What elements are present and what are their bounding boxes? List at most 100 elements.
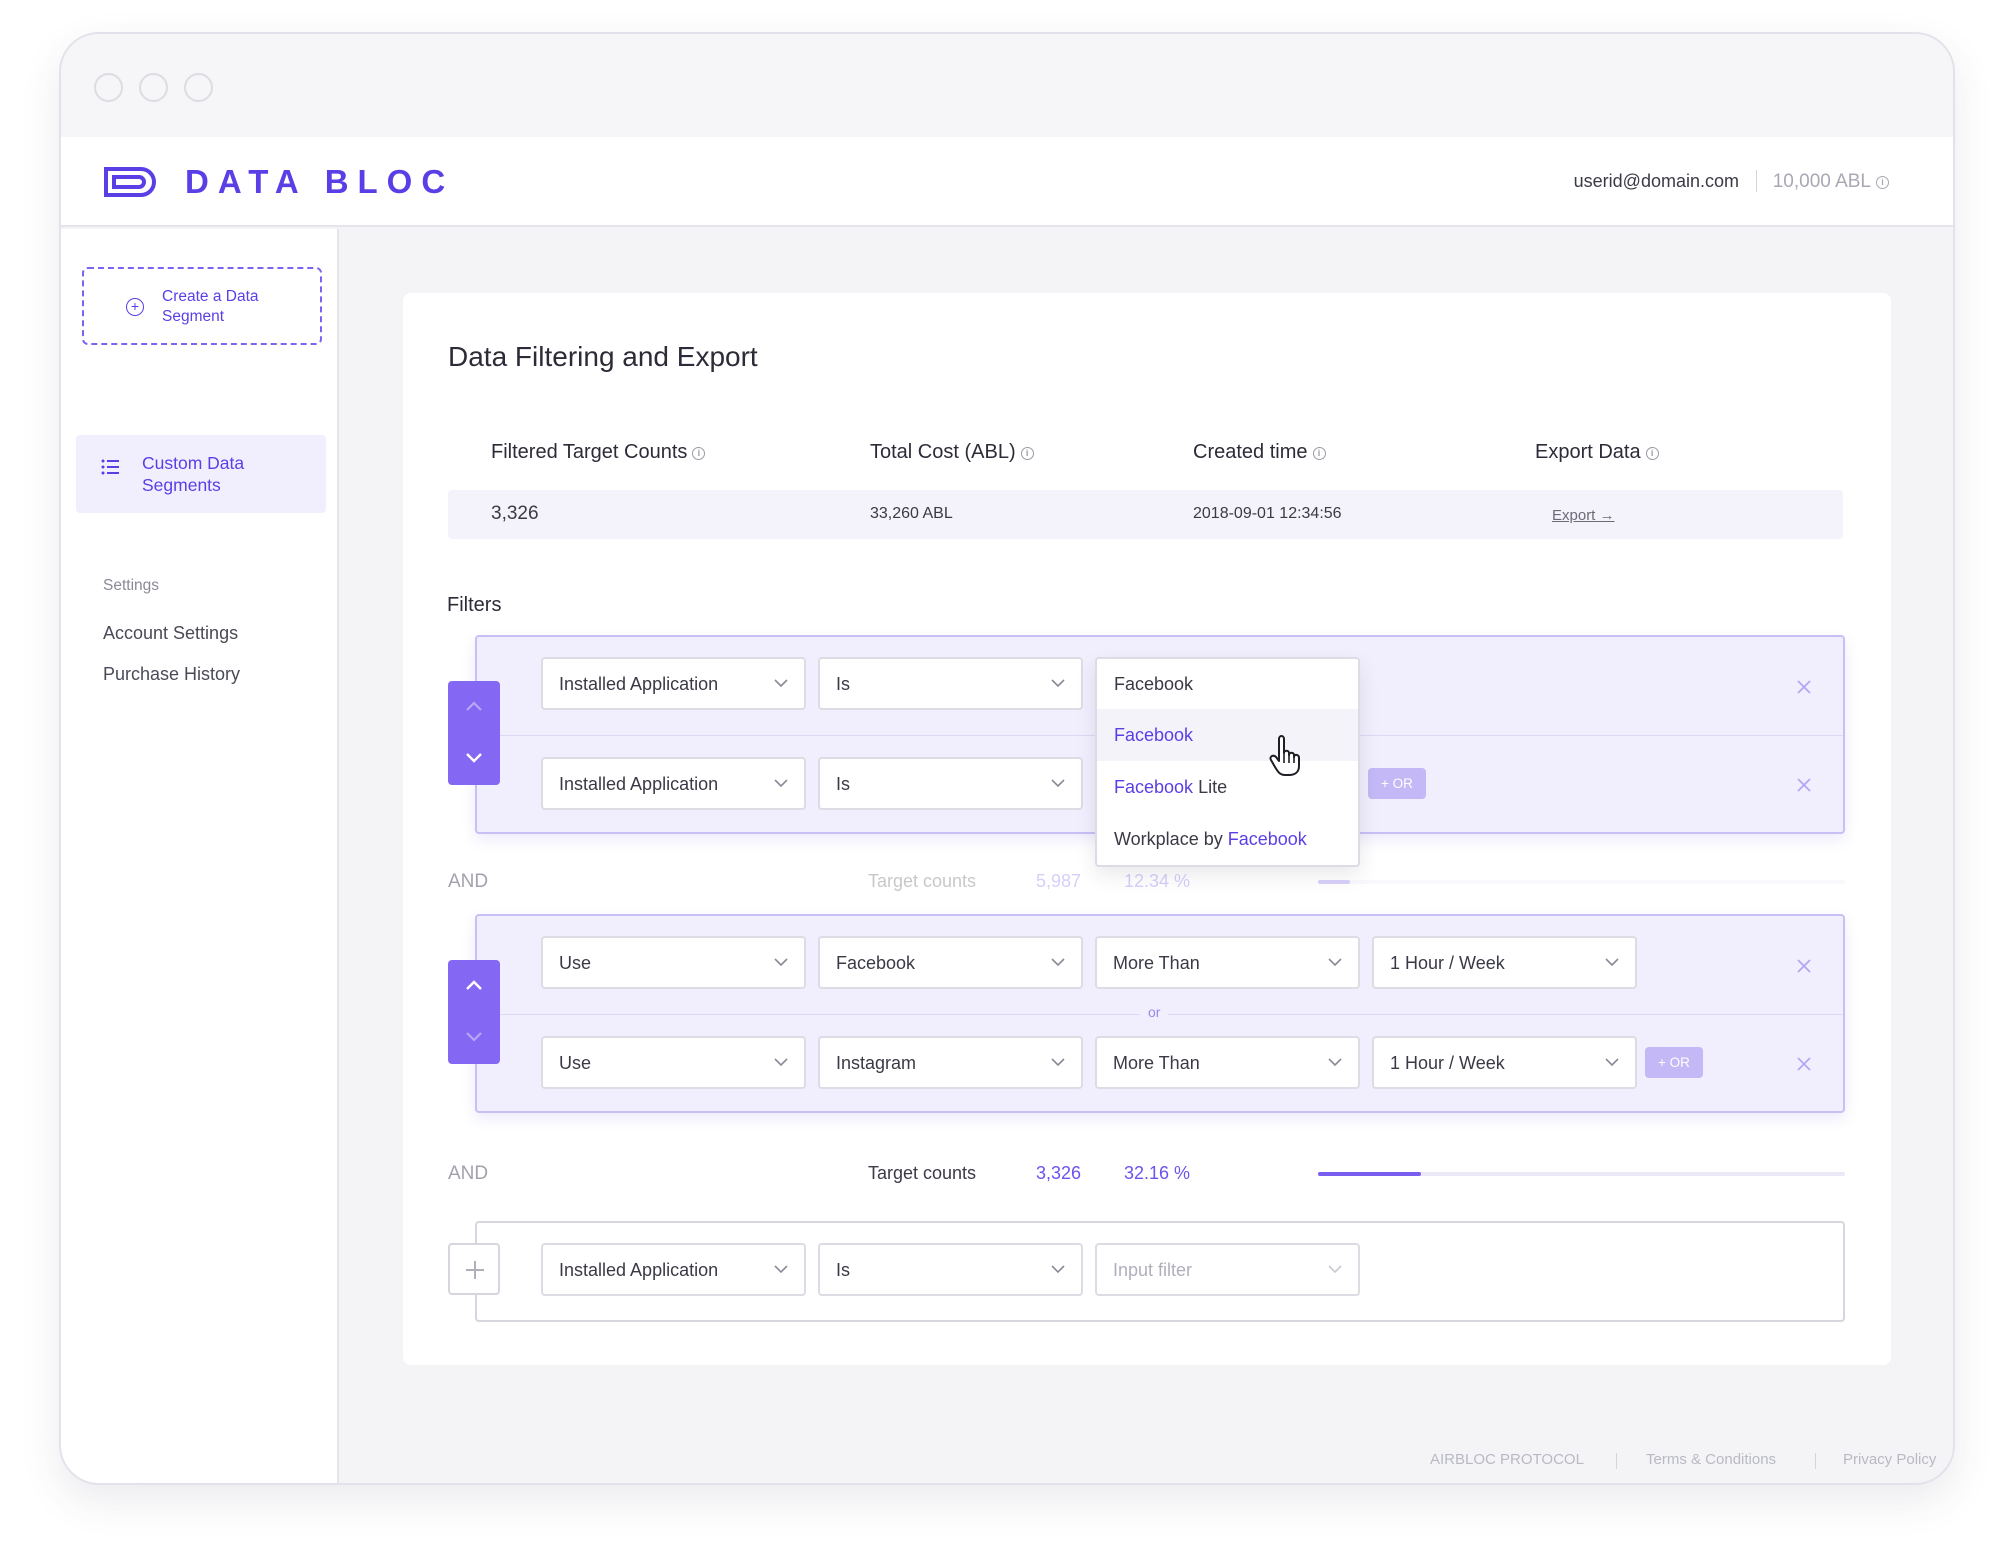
sidebar-item-custom-data-segments[interactable]: Custom Data Segments — [76, 435, 326, 513]
move-down-button[interactable] — [448, 1012, 500, 1064]
target-percent-value: 32.16 % — [1124, 1163, 1191, 1183]
export-link[interactable]: Export → — [1552, 507, 1615, 524]
plus-icon — [466, 1261, 484, 1279]
sidebar-item-purchase-history[interactable]: Purchase History — [103, 664, 240, 685]
target-counts-label: Target counts — [868, 1163, 977, 1183]
filter-operator-select[interactable]: Is — [818, 1243, 1083, 1296]
add-or-button[interactable]: + OR — [1645, 1047, 1703, 1078]
move-up-button[interactable] — [448, 681, 500, 733]
add-filter-button[interactable] — [448, 1243, 500, 1295]
app-value-dropdown[interactable]: Facebook Facebook Facebook Lite Workplac… — [1095, 657, 1360, 867]
usage-app-select[interactable]: Facebook — [818, 936, 1083, 989]
filter-field-select[interactable]: Installed Application — [541, 1243, 806, 1296]
create-segment-button[interactable]: + Create a Data Segment — [82, 267, 322, 345]
progress-fill — [1318, 880, 1350, 884]
info-icon[interactable]: i — [1645, 447, 1659, 460]
plus-circle-icon: + — [126, 298, 144, 316]
or-divider-label: or — [1140, 1004, 1169, 1020]
chevron-down-icon — [1605, 958, 1619, 967]
dropdown-current-value: Facebook — [1114, 674, 1194, 694]
chevron-down-icon — [1051, 1058, 1065, 1067]
chevron-down-icon — [1328, 958, 1342, 967]
stats-row: 3,326 33,260 ABL 2018-09-01 12:34:56 Exp… — [448, 490, 1843, 539]
filters-label: Filters — [447, 594, 502, 616]
chevron-down-icon — [1051, 958, 1065, 967]
filter-operator-select[interactable]: Is — [818, 757, 1083, 810]
filter-field-select[interactable]: Installed Application — [541, 657, 806, 710]
page-title: Data Filtering and Export — [448, 341, 758, 372]
footer-link-privacy[interactable]: Privacy Policy — [1843, 1451, 1936, 1468]
created-time-value: 2018-09-01 12:34:56 — [1193, 505, 1342, 522]
usage-action-select[interactable]: Use — [541, 1036, 806, 1089]
sidebar-item-account-settings[interactable]: Account Settings — [103, 623, 238, 644]
usage-amount-select[interactable]: 1 Hour / Week — [1372, 936, 1637, 989]
list-icon — [101, 459, 119, 475]
main-card: Data Filtering and Export Filtered Targe… — [403, 293, 1891, 1365]
hand-cursor-icon — [1269, 735, 1300, 776]
target-progress-bar — [1318, 1172, 1845, 1176]
chevron-down-icon — [774, 1058, 788, 1067]
progress-fill — [1318, 1172, 1421, 1176]
info-icon[interactable]: i — [1312, 447, 1326, 460]
chevron-down-icon — [1051, 679, 1065, 688]
window-maximize-dot[interactable] — [184, 73, 213, 102]
close-icon[interactable] — [1797, 959, 1811, 973]
reorder-control — [448, 681, 500, 785]
dropdown-option[interactable]: Workplace by Facebook — [1097, 813, 1358, 865]
balance-value: 10,000 ABL — [1772, 171, 1871, 192]
footer-link-airbloc[interactable]: AIRBLOC PROTOCOL — [1430, 1451, 1584, 1468]
chevron-up-icon — [466, 980, 482, 990]
target-count-value: 3,326 — [1036, 1163, 1082, 1183]
filter-field-select[interactable]: Installed Application — [541, 757, 806, 810]
close-icon[interactable] — [1797, 778, 1811, 792]
reorder-control — [448, 960, 500, 1064]
chevron-down-icon — [774, 1265, 788, 1274]
info-icon[interactable]: i — [1020, 447, 1034, 460]
chevron-down-icon — [1328, 1265, 1342, 1274]
close-icon[interactable] — [1797, 680, 1811, 694]
move-up-button[interactable] — [448, 960, 500, 1012]
chevron-down-icon — [1328, 1058, 1342, 1067]
info-icon[interactable]: i — [1876, 176, 1889, 189]
target-progress-bar — [1318, 880, 1845, 884]
usage-compare-select[interactable]: More Than — [1095, 1036, 1360, 1089]
column-header-target-counts: Filtered Target Counts i — [491, 441, 706, 464]
chevron-down-icon — [774, 779, 788, 788]
usage-amount-select[interactable]: 1 Hour / Week — [1372, 1036, 1637, 1089]
filter-value-input[interactable]: Input filter — [1095, 1243, 1360, 1296]
chevron-down-icon — [1051, 1265, 1065, 1274]
usage-compare-select[interactable]: More Than — [1095, 936, 1360, 989]
window-minimize-dot[interactable] — [139, 73, 168, 102]
dropdown-option[interactable]: Facebook Lite — [1097, 761, 1358, 813]
footer-divider — [1616, 1453, 1617, 1469]
move-down-button[interactable] — [448, 733, 500, 785]
footer-link-terms[interactable]: Terms & Conditions — [1646, 1451, 1776, 1468]
add-or-button[interactable]: + OR — [1368, 768, 1426, 799]
sidebar: + Create a Data Segment Custom Data Segm… — [61, 229, 339, 1483]
chevron-down-icon — [1051, 779, 1065, 788]
header-divider — [1756, 170, 1757, 192]
window-close-dot[interactable] — [94, 73, 123, 102]
and-label: AND — [448, 871, 489, 892]
create-segment-label: Create a Data Segment — [162, 288, 259, 325]
balance-display: 10,000 ABL i — [1773, 171, 1889, 193]
app-header: DATA BLOC userid@domain.com 10,000 ABL i — [61, 137, 1953, 227]
chevron-down-icon — [1605, 1058, 1619, 1067]
target-counts-value: 3,326 — [491, 503, 539, 524]
usage-action-select[interactable]: Use — [541, 936, 806, 989]
window-titlebar — [61, 34, 1953, 137]
footer-divider — [1815, 1453, 1816, 1469]
settings-heading: Settings — [103, 577, 160, 594]
chevron-down-icon — [774, 958, 788, 967]
usage-app-select[interactable]: Instagram — [818, 1036, 1083, 1089]
dropdown-option[interactable]: Facebook — [1097, 709, 1358, 761]
target-counts-label: Target counts — [868, 871, 977, 891]
sidebar-item-label: Custom Data Segments — [142, 453, 245, 495]
filter-operator-select[interactable]: Is — [818, 657, 1083, 710]
user-email[interactable]: userid@domain.com — [1574, 171, 1739, 192]
close-icon[interactable] — [1797, 1057, 1811, 1071]
chevron-down-icon — [774, 679, 788, 688]
chevron-down-icon — [466, 1032, 482, 1042]
info-icon[interactable]: i — [692, 447, 706, 460]
column-header-export-data: Export Data i — [1535, 441, 1659, 464]
